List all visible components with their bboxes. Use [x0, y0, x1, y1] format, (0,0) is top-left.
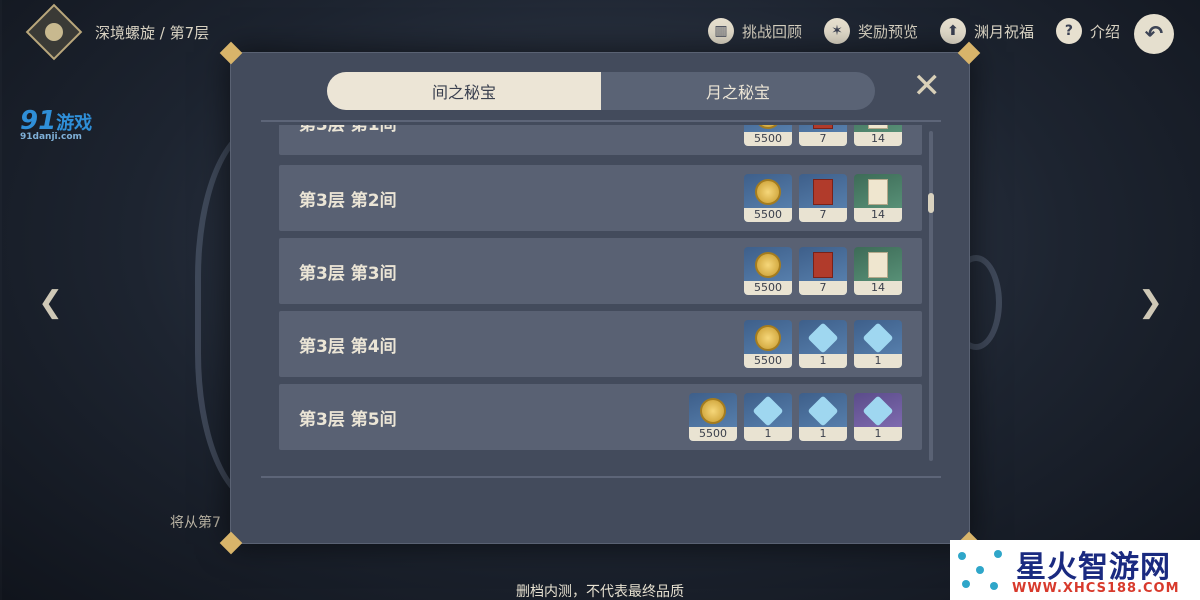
coin-icon	[744, 174, 792, 210]
reward-quantity: 1	[799, 427, 847, 441]
chamber-row[interactable]: 第3层 第2间 5500 7 14	[279, 165, 922, 231]
reward-quantity: 1	[799, 354, 847, 368]
book-icon: ▥	[707, 18, 734, 44]
help-action[interactable]: ? 介绍	[1055, 18, 1120, 44]
watermark-xhcs-url: WWW.XHCS188.COM	[1012, 581, 1180, 596]
card-paper-icon	[854, 174, 902, 210]
chamber-row[interactable]: 第3层 第4间 5500 1 1	[279, 311, 922, 377]
reward-quantity: 5500	[744, 354, 792, 368]
reward-item[interactable]: 5500	[744, 174, 792, 222]
corner-ornament-icon	[219, 531, 243, 555]
chamber-row[interactable]: 第3层 第3间 5500 7 14	[279, 238, 922, 304]
network-logo-icon	[954, 546, 1006, 594]
star-action[interactable]: ✶ 奖励预览	[823, 18, 918, 44]
chamber-label: 第3层 第2间	[299, 190, 397, 211]
tab-bar: 间之秘宝 月之秘宝	[327, 72, 875, 110]
abyss-emblem-icon	[25, 3, 83, 61]
chamber-label: 第3层 第4间	[299, 336, 397, 357]
watermark-xhcs-name: 星火智游网	[1016, 550, 1171, 585]
reward-item[interactable]: 1	[854, 320, 902, 368]
reward-item[interactable]: 1	[744, 393, 792, 441]
watermark-91-url: 91danji.com	[20, 132, 82, 142]
coin-icon	[744, 247, 792, 283]
reward-item[interactable]: 7	[799, 125, 847, 146]
reward-quantity: 1	[744, 427, 792, 441]
background-text: 将从第7	[170, 515, 221, 531]
gem-icon	[744, 393, 792, 429]
divider	[261, 476, 941, 478]
chamber-row[interactable]: 第3层 第5间 5500 1 1 1	[279, 384, 922, 450]
coin-icon	[689, 393, 737, 429]
previous-arrow-icon[interactable]: ❮	[38, 285, 63, 320]
upload-action[interactable]: ⬆ 渊月祝福	[939, 18, 1034, 44]
breadcrumb: 深境螺旋 / 第7层	[95, 24, 210, 42]
back-button[interactable]: ↶	[1134, 14, 1174, 54]
reward-quantity: 14	[854, 208, 902, 222]
gem-icon	[854, 320, 902, 356]
close-icon[interactable]: ✕	[913, 69, 942, 103]
reward-item[interactable]: 5500	[744, 125, 792, 146]
gem-icon	[799, 320, 847, 356]
card-red-icon	[799, 174, 847, 210]
tab-chamber-treasure[interactable]: 间之秘宝	[327, 72, 601, 110]
card-paper-icon	[854, 247, 902, 283]
upload-icon: ⬆	[939, 18, 966, 44]
scroll-thumb[interactable]	[928, 193, 934, 213]
action-label: 介绍	[1089, 22, 1120, 41]
star-icon: ✶	[823, 18, 850, 44]
reward-items: 5500 1 1	[744, 320, 902, 368]
reward-item[interactable]: 5500	[744, 320, 792, 368]
divider	[261, 120, 941, 122]
chamber-label: 第3层 第5间	[299, 409, 397, 430]
watermark-91-logo: 91游戏 91danji.com	[20, 106, 92, 142]
next-arrow-icon[interactable]: ❯	[1138, 285, 1163, 320]
reward-quantity: 5500	[744, 281, 792, 295]
action-label: 挑战回顾	[741, 22, 802, 41]
gem-icon	[854, 393, 902, 429]
reward-item[interactable]: 14	[854, 125, 902, 146]
reward-quantity: 7	[799, 281, 847, 295]
reward-quantity: 5500	[689, 427, 737, 441]
reward-quantity: 1	[854, 354, 902, 368]
reward-item[interactable]: 1	[799, 393, 847, 441]
reward-items: 5500 7 14	[744, 247, 902, 295]
reward-quantity: 5500	[744, 208, 792, 222]
reward-list[interactable]: 第3层 第1间 5500 7 14 第3层 第2间 5500 7 14 第3层 第3间 5500 7…	[279, 125, 922, 465]
gem-icon	[799, 393, 847, 429]
reward-item[interactable]: 1	[854, 393, 902, 441]
action-label: 奖励预览	[857, 22, 918, 41]
coin-icon	[744, 320, 792, 356]
reward-quantity: 14	[854, 281, 902, 295]
reward-item[interactable]: 7	[799, 247, 847, 295]
reward-item[interactable]: 5500	[689, 393, 737, 441]
card-red-icon	[799, 247, 847, 283]
rewards-modal: 间之秘宝 月之秘宝 ✕ 第3层 第1间 5500 7 14 第3层 第2间 5500 7 14…	[219, 41, 981, 555]
reward-items: 5500 1 1 1	[689, 393, 902, 441]
reward-item[interactable]: 5500	[744, 247, 792, 295]
reward-item[interactable]: 7	[799, 174, 847, 222]
chamber-label: 第3层 第3间	[299, 263, 397, 284]
reward-item[interactable]: 1	[799, 320, 847, 368]
chamber-label: 第3层 第1间	[299, 125, 397, 135]
reward-item[interactable]: 14	[854, 174, 902, 222]
watermark-91-text: 游戏	[56, 113, 93, 134]
tab-moon-treasure[interactable]: 月之秘宝	[601, 72, 875, 110]
help-icon: ?	[1055, 18, 1082, 44]
reward-quantity: 7	[799, 208, 847, 222]
scrollbar[interactable]	[928, 131, 934, 461]
reward-quantity: 14	[854, 132, 902, 146]
reward-items: 5500 7 14	[744, 174, 902, 222]
action-label: 渊月祝福	[973, 22, 1034, 41]
reward-quantity: 5500	[744, 132, 792, 146]
reward-items: 5500 7 14	[744, 125, 902, 146]
reward-quantity: 1	[854, 427, 902, 441]
watermark-xhcs: 星火智游网 WWW.XHCS188.COM	[950, 540, 1200, 600]
chamber-row[interactable]: 第3层 第1间 5500 7 14	[279, 125, 922, 155]
top-actions: ▥ 挑战回顾 ✶ 奖励预览 ⬆ 渊月祝福? 介绍	[707, 18, 1120, 44]
reward-item[interactable]: 14	[854, 247, 902, 295]
book-action[interactable]: ▥ 挑战回顾	[707, 18, 802, 44]
reward-quantity: 7	[799, 132, 847, 146]
